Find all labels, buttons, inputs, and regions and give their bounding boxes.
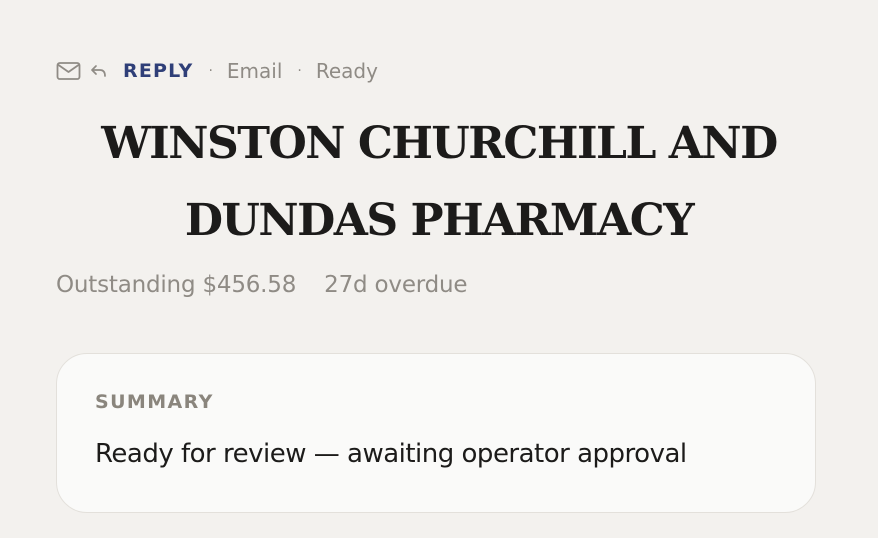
message-meta-row: REPLY · Email · Ready	[56, 58, 378, 84]
summary-heading: SUMMARY	[95, 391, 214, 413]
summary-text: Ready for review — awaiting operator app…	[95, 439, 687, 469]
meta-separator: ·	[297, 63, 302, 79]
status-label: Ready	[315, 59, 378, 83]
overdue-days: 27d overdue	[324, 272, 468, 298]
mail-icon	[56, 61, 81, 81]
reply-mode-label: REPLY	[123, 60, 194, 82]
summary-card: SUMMARY Ready for review — awaiting oper…	[56, 353, 816, 513]
meta-separator: ·	[208, 63, 213, 79]
channel-label: Email	[226, 59, 283, 83]
customer-name-title: WINSTON CHURCHILL AND DUNDAS PHARMACY	[101, 118, 778, 246]
outstanding-amount: Outstanding $456.58	[56, 272, 297, 298]
balance-summary: Outstanding $456.58 27d overdue	[56, 272, 468, 298]
reply-icon	[89, 61, 109, 81]
